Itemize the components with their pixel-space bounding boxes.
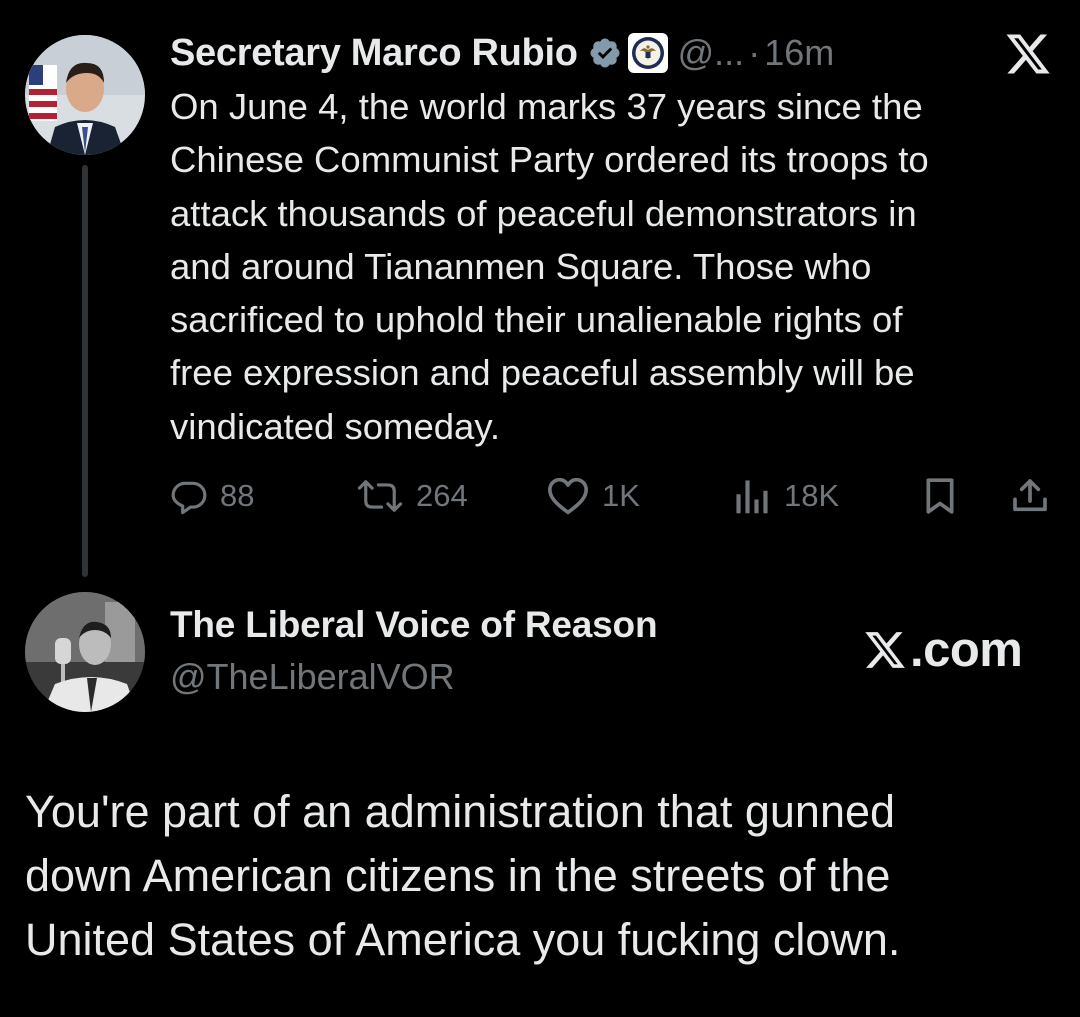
reply-text: You're part of an administration that gu… bbox=[25, 786, 901, 965]
x-logo-icon bbox=[1006, 34, 1050, 74]
share-icon bbox=[1013, 479, 1047, 512]
reply-count: 88 bbox=[220, 478, 255, 513]
tweet-text: On June 4, the world marks 37 years sinc… bbox=[170, 86, 929, 447]
heart-icon bbox=[547, 477, 588, 515]
xcom-domain-text: .com bbox=[910, 623, 1023, 677]
reply-icon bbox=[171, 481, 207, 515]
bookmark-button[interactable] bbox=[920, 474, 960, 518]
portrait-image bbox=[25, 35, 145, 155]
share-button[interactable] bbox=[1010, 474, 1050, 518]
views-count: 18K bbox=[784, 478, 840, 513]
views-chart-icon bbox=[736, 480, 768, 514]
portrait-image bbox=[25, 592, 145, 712]
state-department-seal-icon bbox=[627, 33, 668, 73]
reply-author-name[interactable]: The Liberal Voice of Reason bbox=[170, 604, 658, 646]
tweet-action-bar: 88 264 1K 18K bbox=[0, 474, 1080, 518]
reply-button[interactable]: 88 bbox=[170, 474, 254, 518]
views-button[interactable]: 18K bbox=[732, 474, 839, 518]
bookmark-icon bbox=[926, 478, 954, 514]
author-avatar[interactable] bbox=[25, 35, 145, 155]
reply-author-handle[interactable]: @TheLiberalVOR bbox=[170, 656, 455, 698]
tweet-header: Secretary Marco Rubio @... · 16m bbox=[170, 28, 834, 78]
verified-badge-icon bbox=[590, 38, 620, 68]
x-logo-icon bbox=[865, 632, 905, 668]
like-button[interactable]: 1K bbox=[546, 474, 640, 518]
repost-count: 264 bbox=[416, 478, 468, 513]
author-name[interactable]: Secretary Marco Rubio bbox=[170, 32, 578, 75]
timestamp[interactable]: 16m bbox=[764, 32, 834, 74]
author-handle[interactable]: @... bbox=[678, 32, 745, 74]
repost-icon bbox=[357, 480, 403, 512]
repost-button[interactable]: 264 bbox=[356, 474, 468, 518]
separator-dot: · bbox=[748, 32, 761, 73]
reply-author-avatar[interactable] bbox=[25, 592, 145, 712]
xcom-watermark: .com bbox=[862, 622, 1023, 678]
flag-graphic bbox=[29, 65, 57, 121]
like-count: 1K bbox=[602, 478, 640, 513]
